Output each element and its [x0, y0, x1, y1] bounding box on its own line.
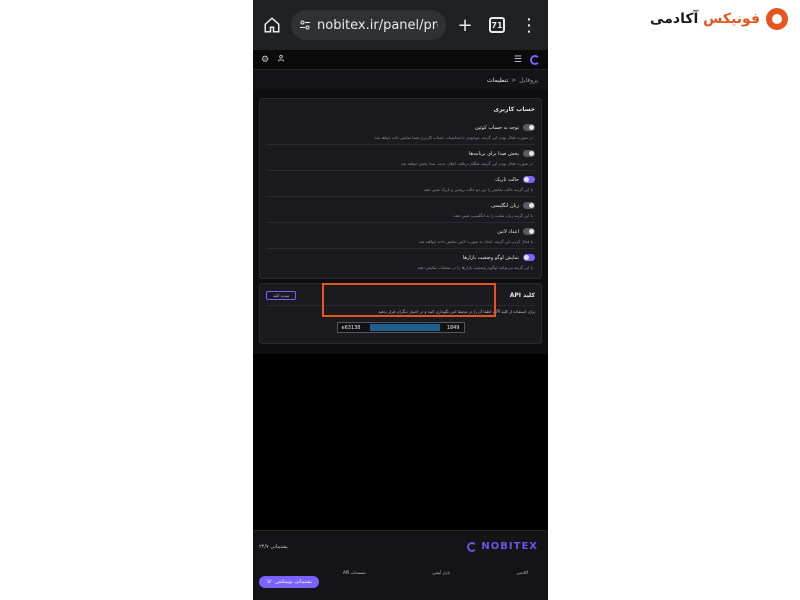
url-text: nobitex.ir/panel/profile/	[317, 17, 438, 33]
footer-link-api-docs[interactable]: مستندات API	[343, 570, 366, 575]
setting-desc: با این گزینه می‌توانید لوگوی وضعیت بازار…	[417, 265, 533, 270]
setting-row: اعداد لاتین با فعال کردن این گزینه، اعدا…	[266, 223, 535, 249]
setting-row: زبان انگلیسی با این گزینه زبان سایت را ب…	[266, 197, 535, 223]
setting-label: زبان انگلیسی	[491, 202, 519, 209]
brand-accent: فونیکس	[703, 11, 760, 27]
address-bar[interactable]: nobitex.ir/panel/profile/	[291, 10, 446, 40]
setting-toggle[interactable]	[523, 176, 535, 183]
footer-links: آکادمی بازار آپشن مستندات API	[253, 552, 548, 575]
setting-desc: با این گزینه زبان سایت را به انگلیسی تغی…	[453, 213, 533, 218]
setting-label: توجه به حساب کوئین	[474, 124, 519, 131]
user-icon[interactable]	[277, 54, 285, 65]
site-settings-icon[interactable]	[299, 16, 311, 35]
api-key-mask	[369, 324, 440, 331]
renew-api-key-button[interactable]: تمدید کلید	[266, 291, 297, 300]
footer-logo-text: NOBITEX	[481, 541, 538, 552]
support-phone[interactable]: پشتیبانی ۲۴/۷	[259, 544, 288, 550]
site-footer: پشتیبانی ۲۴/۷ NOBITEX آکادمی بازار آپشن …	[253, 530, 548, 600]
setting-label: اعداد لاتین	[497, 228, 519, 235]
settings-gear-icon[interactable]: ⚙	[261, 55, 269, 65]
site-header: ⚙ ☰	[253, 50, 548, 70]
headset-icon: ☏	[266, 579, 273, 585]
api-key-start: e63138	[341, 324, 361, 331]
setting-desc: با این گزینه حالت نمایش را بین دو حالت ر…	[423, 187, 533, 192]
tabs-count: 71	[489, 17, 505, 33]
more-menu-icon[interactable]: ⋮	[516, 12, 542, 38]
nobitex-logo-icon[interactable]	[530, 54, 540, 65]
account-settings-card: حساب کاربری توجه به حساب کوئین در صورت ف…	[259, 98, 542, 279]
brand-rest: آکادمی	[650, 11, 699, 27]
brand-logo-icon	[766, 8, 788, 30]
footer-logo: NOBITEX	[467, 541, 538, 552]
breadcrumb-separator: <	[511, 76, 517, 84]
tabs-switcher-button[interactable]: 71	[484, 12, 510, 38]
api-key-title: کلید API	[509, 292, 535, 299]
account-settings-title: حساب کاربری	[493, 106, 535, 113]
setting-toggle[interactable]	[523, 228, 535, 235]
new-tab-icon[interactable]: +	[452, 12, 478, 38]
setting-desc: با فعال کردن این گزینه، اعداد به صورت لا…	[418, 239, 533, 244]
api-key-field[interactable]: e63138 1849	[336, 322, 465, 333]
setting-desc: در صورت فعال بودن این گزینه، موجودی با م…	[374, 135, 533, 140]
breadcrumb: پروفایل < تنظیمات	[253, 70, 548, 90]
setting-row: نمایش لوگو وضعیت بازارها با این گزینه می…	[266, 249, 535, 274]
setting-toggle[interactable]	[523, 150, 535, 157]
watermark-brand: فونیکس آکادمی	[650, 8, 788, 30]
setting-label: نمایش لوگو وضعیت بازارها	[462, 254, 519, 261]
support-button-label: پشتیبانی نوبیتکس	[275, 579, 312, 585]
highlight-box	[322, 283, 496, 317]
footer-link-options[interactable]: بازار آپشن	[432, 570, 449, 575]
hamburger-menu-icon[interactable]: ☰	[514, 55, 522, 65]
setting-toggle[interactable]	[523, 202, 535, 209]
brand-name: فونیکس آکادمی	[650, 11, 760, 27]
setting-toggle[interactable]	[523, 124, 535, 131]
setting-row: توجه به حساب کوئین در صورت فعال بودن این…	[266, 119, 535, 145]
setting-toggle[interactable]	[523, 254, 535, 261]
breadcrumb-current: تنظیمات	[487, 76, 509, 84]
api-key-end: 1849	[446, 324, 460, 331]
support-chat-button[interactable]: ☏ پشتیبانی نوبیتکس	[259, 576, 319, 588]
footer-logo-icon	[467, 541, 478, 552]
setting-desc: در صورت فعال بودن این گزینه، هنگام دریاف…	[400, 161, 533, 166]
home-icon[interactable]	[259, 12, 285, 38]
setting-label: پخش صدا برای برنامه‌ها	[468, 150, 519, 157]
breadcrumb-parent[interactable]: پروفایل	[519, 77, 538, 84]
setting-label: حالت تاریک	[495, 176, 519, 183]
setting-row: پخش صدا برای برنامه‌ها در صورت فعال بودن…	[266, 145, 535, 171]
footer-link-academy[interactable]: آکادمی	[517, 570, 529, 575]
browser-toolbar: nobitex.ir/panel/profile/ + 71 ⋮	[253, 0, 548, 50]
setting-row: حالت تاریک با این گزینه حالت نمایش را بی…	[266, 171, 535, 197]
